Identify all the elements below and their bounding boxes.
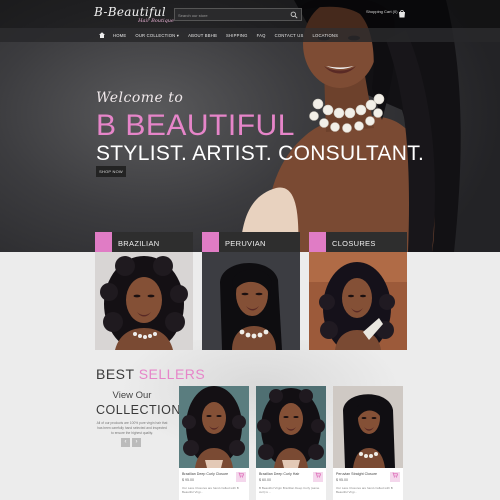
cart-icon: [392, 472, 398, 478]
product-image[interactable]: [256, 386, 326, 468]
nav-item-home[interactable]: HOME: [113, 33, 126, 38]
nav-item-faq[interactable]: FAQ: [257, 33, 266, 38]
search-input[interactable]: [178, 11, 288, 19]
top-bar: B-Beautiful Hair Boutique Shopping Cart …: [0, 0, 500, 28]
category-label: CLOSURES: [332, 239, 376, 248]
nav-item-locations[interactable]: LOCATIONS: [312, 33, 338, 38]
main-nav: HOME OUR COLLECTION ▾ ABOUT BBHB SHIPPIN…: [0, 28, 500, 42]
view-our-text: View Our: [112, 390, 152, 401]
shopping-cart-link[interactable]: Shopping Cart (0): [366, 9, 398, 14]
logo-main-text: B-Beautiful: [94, 5, 166, 19]
cart-icon: [238, 472, 244, 478]
best-sellers-title-b: SELLERS: [138, 366, 206, 382]
nav-item-about[interactable]: ABOUT BBHB: [188, 33, 217, 38]
product-name[interactable]: Brazilian Deep Curly Hair: [259, 472, 299, 476]
search-icon[interactable]: [290, 11, 298, 19]
category-accent-tab: [95, 232, 112, 252]
category-label: PERUVIAN: [225, 239, 266, 248]
product-price: $ 60.00: [259, 478, 271, 482]
product-price: $ 95.00: [336, 478, 348, 482]
product-card[interactable]: Brazilian Deep Curly Closure $ 95.00 Our…: [179, 386, 249, 500]
add-to-cart-button[interactable]: [390, 472, 400, 482]
search-box: [174, 8, 302, 21]
product-name[interactable]: Peruvian Straight Closure: [336, 472, 377, 476]
nav-item-our-collection[interactable]: OUR COLLECTION ▾: [135, 33, 179, 38]
hero-banner: B-Beautiful Hair Boutique Shopping Cart …: [0, 0, 500, 252]
category-header: PERUVIAN: [202, 232, 300, 252]
product-card[interactable]: Brazilian Deep Curly Hair $ 60.00 B Beau…: [256, 386, 326, 500]
category-accent-tab: [309, 232, 326, 252]
nav-items: HOME OUR COLLECTION ▾ ABOUT BBHB SHIPPIN…: [113, 28, 338, 42]
category-header: CLOSURES: [309, 232, 407, 252]
shopping-bag-icon[interactable]: [398, 9, 406, 18]
cart-icon: [315, 472, 321, 478]
add-to-cart-button[interactable]: [236, 472, 246, 482]
site-logo[interactable]: B-Beautiful Hair Boutique: [94, 5, 174, 24]
home-icon[interactable]: [98, 31, 106, 39]
category-accent-tab: [202, 232, 219, 252]
category-header: BRAZILIAN: [95, 232, 193, 252]
hero-brand-title: B BEAUTIFUL: [96, 109, 295, 142]
product-description: Our Lace Closures are hand crafted with …: [182, 486, 239, 495]
hero-welcome-text: Welcome to: [96, 90, 184, 106]
shop-now-button[interactable]: SHOP NOW: [96, 166, 126, 177]
product-name[interactable]: Brazilian Deep Curly Closure: [182, 472, 228, 476]
hero-tagline: STYLIST. ARTIST. CONSULTANT.: [96, 142, 425, 165]
category-image[interactable]: [202, 252, 300, 350]
collection-heading[interactable]: COLLECTION: [96, 403, 180, 417]
category-image[interactable]: [309, 252, 407, 350]
carousel-next-button[interactable]: ›: [132, 438, 141, 447]
product-description: B Beautiful Virgin Brazilian Deep Curly …: [259, 486, 320, 495]
collection-description: All of our products are 100% pure virgin…: [96, 421, 168, 435]
product-description: Our Lace Closures are hand crafted with …: [336, 486, 393, 495]
nav-item-contact[interactable]: CONTACT US: [275, 33, 304, 38]
product-price: $ 95.00: [182, 478, 194, 482]
add-to-cart-button[interactable]: [313, 472, 323, 482]
category-card-peruvian[interactable]: PERUVIAN: [202, 232, 300, 350]
best-sellers-title: BEST SELLERS: [96, 366, 205, 382]
nav-item-shipping[interactable]: SHIPPING: [226, 33, 248, 38]
carousel-prev-button[interactable]: ‹: [121, 438, 130, 447]
product-image[interactable]: [179, 386, 249, 468]
category-label: BRAZILIAN: [118, 239, 160, 248]
best-sellers-title-a: BEST: [96, 366, 139, 382]
category-image[interactable]: [95, 252, 193, 350]
background-faded-image: [0, 340, 500, 500]
category-card-closures[interactable]: CLOSURES: [309, 232, 407, 350]
view-collection-block: View Our COLLECTION All of our products …: [96, 390, 180, 436]
product-card[interactable]: Peruvian Straight Closure $ 95.00 Our La…: [333, 386, 403, 500]
product-image[interactable]: [333, 386, 403, 468]
category-card-brazilian[interactable]: BRAZILIAN: [95, 232, 193, 350]
